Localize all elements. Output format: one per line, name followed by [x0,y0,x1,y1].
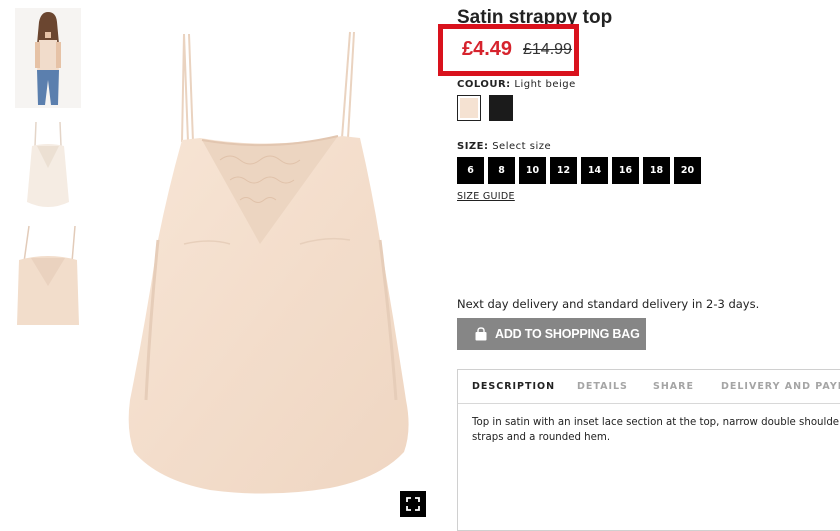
size-label-title: SIZE: [457,141,489,152]
colour-label: COLOUR: Light beige [457,79,576,90]
main-product-image[interactable] [110,0,430,515]
colour-value: Light beige [514,79,576,90]
fullscreen-button[interactable] [400,491,426,517]
size-button-18[interactable]: 18 [643,157,670,184]
thumbnail-model[interactable] [15,8,81,108]
model-photo [15,8,81,108]
add-to-bag-label: ADD TO SHOPPING BAG [495,327,640,341]
thumbnail-detail[interactable] [15,224,81,325]
product-info-tabs: DESCRIPTION DETAILS SHARE DELIVERY AND P… [457,369,840,531]
swatch-black[interactable] [489,95,513,121]
shopping-bag-icon [475,327,487,341]
tab-delivery-and-payment[interactable]: DELIVERY AND PAYME [721,381,840,392]
swatch-light-beige-fill [460,98,478,118]
size-value: Select size [492,141,552,152]
sale-price: £4.49 [462,38,513,60]
size-label: SIZE: Select size [457,141,551,152]
top-detail-photo [15,224,81,325]
size-options: 6 8 10 12 14 16 18 20 [457,157,701,184]
size-button-14[interactable]: 14 [581,157,608,184]
tab-details[interactable]: DETAILS [577,381,628,392]
fullscreen-icon [406,497,420,511]
size-guide-link[interactable]: SIZE GUIDE [457,191,515,202]
colour-label-title: COLOUR: [457,79,511,90]
size-button-20[interactable]: 20 [674,157,701,184]
thumbnail-front[interactable] [15,116,81,216]
size-button-16[interactable]: 16 [612,157,639,184]
top-front-photo [15,116,81,216]
tab-share[interactable]: SHARE [653,381,694,392]
original-price: £14.99 [523,41,572,58]
tab-bar: DESCRIPTION DETAILS SHARE DELIVERY AND P… [458,370,840,404]
description-text: Top in satin with an inset lace section … [472,417,840,443]
size-button-6[interactable]: 6 [457,157,484,184]
size-button-12[interactable]: 12 [550,157,577,184]
delivery-note: Next day delivery and standard delivery … [457,297,760,311]
satin-top-photo [128,31,409,494]
add-to-bag-button[interactable]: ADD TO SHOPPING BAG [457,318,646,350]
price-highlight-box: £4.49 £14.99 [438,24,579,76]
tab-description[interactable]: DESCRIPTION [472,381,555,392]
swatch-light-beige[interactable] [457,95,481,121]
size-button-10[interactable]: 10 [519,157,546,184]
size-button-8[interactable]: 8 [488,157,515,184]
